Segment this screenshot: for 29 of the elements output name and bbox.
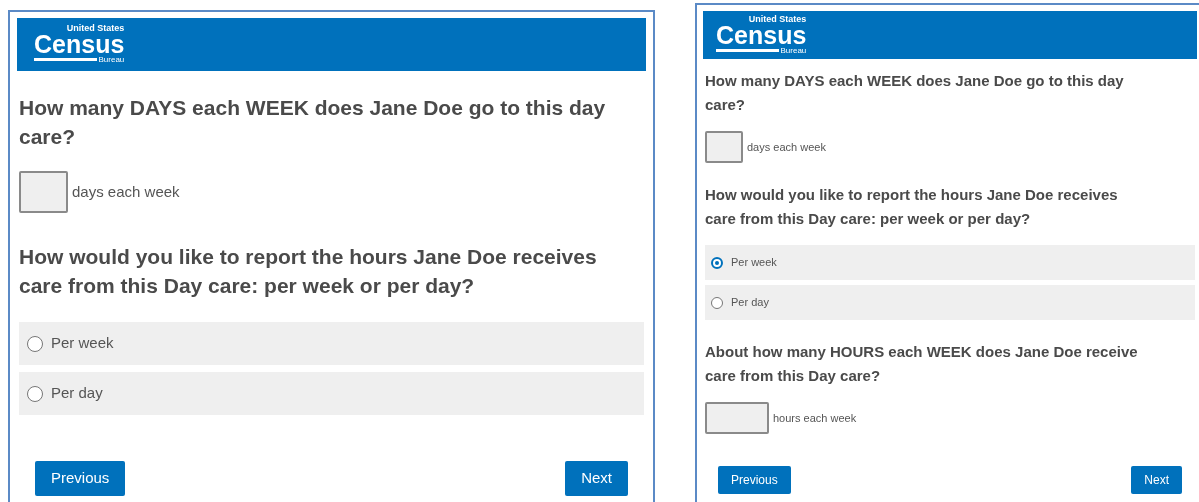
radio-option[interactable]: Per week bbox=[705, 245, 1195, 280]
previous-button[interactable]: Previous bbox=[35, 461, 126, 496]
radio-option[interactable]: Per day bbox=[705, 285, 1195, 320]
logo-bottom-text: Bureau bbox=[98, 55, 125, 64]
radio-button[interactable] bbox=[27, 335, 43, 352]
unit-label: days each week bbox=[747, 139, 826, 155]
number-field[interactable] bbox=[705, 402, 769, 434]
unit-label: days each week bbox=[72, 181, 180, 202]
logo-top-text: United States bbox=[748, 15, 807, 24]
number-field[interactable] bbox=[705, 131, 743, 163]
radio-button[interactable] bbox=[27, 385, 43, 402]
logo-main-text: Census bbox=[34, 33, 125, 55]
logo-top-text: United States bbox=[66, 24, 125, 33]
question-text: About how many HOURS each WEEK does Jane Doe receive care from this Day care? bbox=[705, 342, 1139, 386]
question-text: How many DAYS each WEEK does Jane Doe go to this day care? bbox=[705, 71, 1125, 115]
next-button[interactable]: Next bbox=[1131, 466, 1182, 494]
question-text: How would you like to report the hours Jane Doe receives care from this Day care: per week or per day? bbox=[19, 244, 598, 299]
radio-option[interactable]: Per week bbox=[19, 322, 644, 365]
radio-button[interactable] bbox=[711, 256, 723, 269]
number-field[interactable] bbox=[19, 171, 68, 213]
radio-option[interactable]: Per day bbox=[19, 372, 644, 415]
logo-main-text: Census bbox=[716, 24, 807, 46]
question-text: How many DAYS each WEEK does Jane Doe go to this day care? bbox=[19, 95, 607, 150]
previous-button[interactable]: Previous bbox=[718, 466, 791, 494]
next-button[interactable]: Next bbox=[565, 461, 628, 496]
radio-button[interactable] bbox=[711, 296, 723, 309]
unit-label: hours each week bbox=[773, 410, 857, 426]
logo-bottom-text: Bureau bbox=[780, 46, 807, 55]
question-text: How would you like to report the hours Jane Doe receives care from this Day care: per week or per day? bbox=[705, 185, 1119, 229]
